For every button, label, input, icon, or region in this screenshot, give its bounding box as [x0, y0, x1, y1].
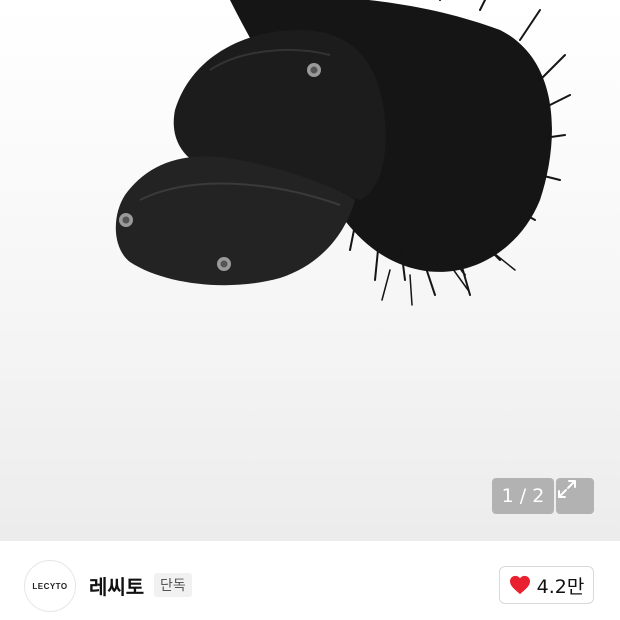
heart-icon: [509, 575, 530, 595]
counter-separator: /: [513, 485, 533, 507]
exclusive-badge: 단독: [154, 573, 192, 597]
product-image[interactable]: 1 / 2: [0, 0, 620, 541]
expand-arrows-icon: [558, 480, 576, 498]
expand-image-button[interactable]: [556, 478, 594, 514]
image-counter: 1 / 2: [492, 478, 554, 514]
brand-logo-text: LECYTO: [32, 581, 68, 591]
product-photo-hat: [115, 0, 571, 306]
brand-bar: LECYTO 레씨토 단독 4.2만: [0, 541, 620, 620]
brand-logo[interactable]: LECYTO: [24, 560, 76, 612]
like-button[interactable]: 4.2만: [499, 566, 594, 604]
counter-current: 1: [501, 485, 514, 507]
brand-name[interactable]: 레씨토: [89, 571, 144, 600]
counter-total: 2: [532, 485, 545, 507]
like-count: 4.2만: [536, 575, 585, 598]
